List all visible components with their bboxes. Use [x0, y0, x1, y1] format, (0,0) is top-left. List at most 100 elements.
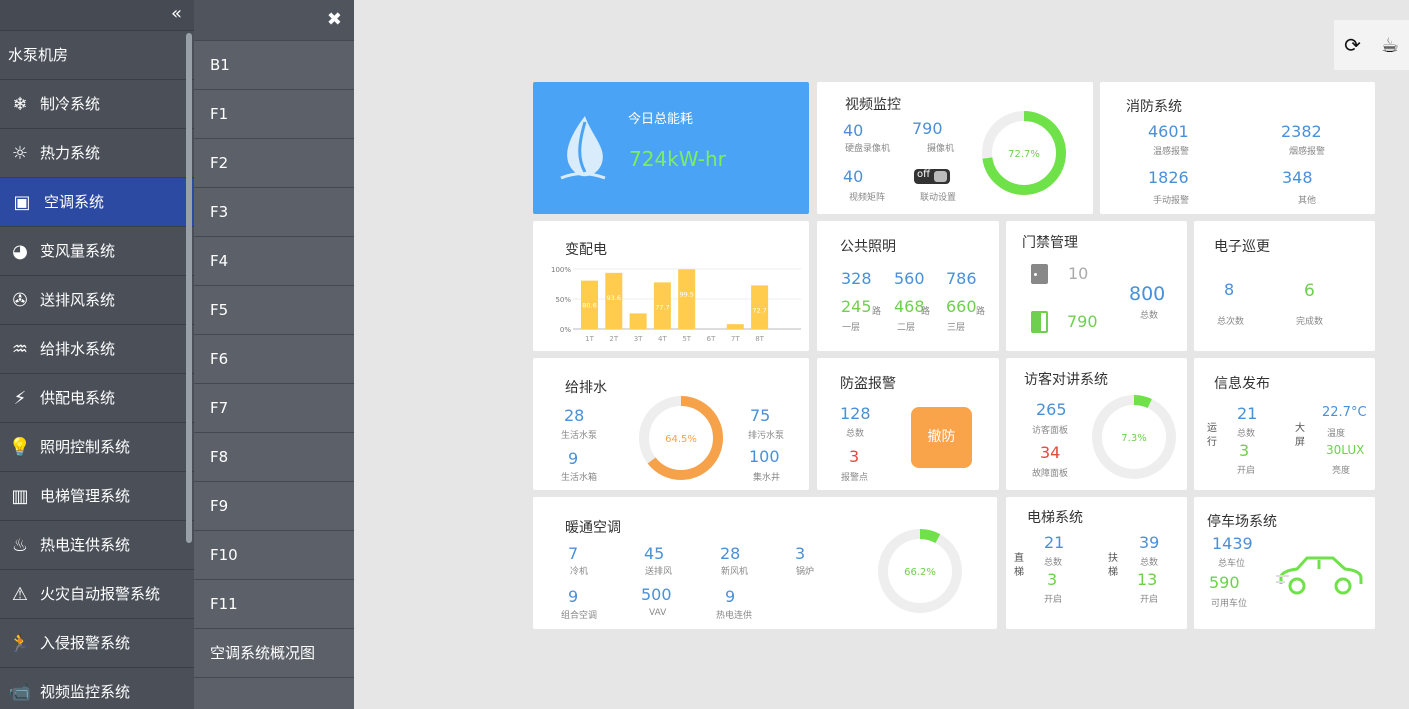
link-toggle-text: off	[917, 169, 931, 180]
sidebar-item-label: 热电连供系统	[40, 535, 131, 554]
energy-card[interactable]: 今日总能耗 724kW-hr	[533, 82, 809, 214]
floor-item-10[interactable]: F9	[194, 482, 354, 531]
elevator-icon: ▥	[11, 485, 29, 507]
info-lux-label: 亮度	[1332, 466, 1351, 476]
x-tick-label: 6T	[707, 335, 716, 343]
sidebar-item-8[interactable]: 💡 照明控制系统	[0, 423, 194, 472]
info-total-label: 总数	[1237, 429, 1256, 439]
sidebar-item-label: 变风量系统	[40, 241, 116, 260]
bar-value-label: 77.7	[655, 303, 669, 311]
fan-icon: ✇	[12, 289, 28, 311]
info-run-label: 运行	[1207, 423, 1217, 448]
chart-bar	[726, 324, 744, 329]
hvac-boiler-label: 锅炉	[796, 567, 815, 577]
floor-item-2[interactable]: F1	[194, 90, 354, 139]
sidebar-item-1[interactable]: ❄ 制冷系统	[0, 80, 194, 129]
hvac-ring-chart: 66.2%	[878, 529, 962, 613]
x-tick-label: 1T	[585, 335, 594, 343]
floor-item-8[interactable]: F7	[194, 384, 354, 433]
floor-item-9[interactable]: F8	[194, 433, 354, 482]
sidebar-item-6[interactable]: ♒ 给排水系统	[0, 325, 194, 374]
floor-item-1[interactable]: B1	[194, 41, 354, 90]
temp-alarm-label: 温感报警	[1153, 147, 1190, 157]
sidebar-item-3[interactable]: ▣ 空调系统	[0, 178, 194, 227]
collapse-sidebar-icon[interactable]: «	[0, 0, 194, 31]
y-tick-label: 100%	[551, 266, 571, 274]
sidebar-item-13[interactable]: 📹 视频监控系统	[0, 668, 194, 709]
visitor-panel-label: 访客面板	[1032, 426, 1069, 436]
parking-card[interactable]: 停车场系统 1439 总车位 590 可用车位	[1194, 497, 1375, 629]
floor-item-7[interactable]: F6	[194, 335, 354, 384]
snowflake-icon: ❄	[12, 93, 28, 115]
floor-item-4[interactable]: F3	[194, 188, 354, 237]
sidebar-item-label: 视频监控系统	[40, 682, 131, 701]
sidebar-item-label: 照明控制系统	[40, 437, 131, 456]
floor-item-5[interactable]: F4	[194, 237, 354, 286]
other-alarm-label: 其他	[1298, 196, 1317, 206]
sidebar-item-10[interactable]: ♨ 热电连供系统	[0, 521, 194, 570]
link-toggle[interactable]: off	[914, 169, 950, 184]
hvac-fresh-air-label: 新风机	[721, 567, 749, 577]
lighting-loop-3: 660	[946, 297, 977, 316]
sidebar-item-2[interactable]: ☼ 热力系统	[0, 129, 194, 178]
sidebar-item-label: 火灾自动报警系统	[40, 584, 161, 603]
patrol-card[interactable]: 电子巡更 8 总次数 6 完成数	[1194, 221, 1375, 351]
hvac-card[interactable]: 暖通空调 7 冷机 45 送排风 28 新风机 3 锅炉 9 组合空调 500 …	[533, 497, 997, 629]
burglar-alarm-label: 报警点	[841, 473, 869, 483]
close-floor-panel-icon[interactable]: ✖	[194, 0, 354, 41]
hvac-fresh-air-count: 28	[720, 544, 741, 563]
x-tick-label: 8T	[755, 335, 764, 343]
refresh-icon[interactable]: ⟳	[1344, 33, 1361, 57]
water-supply-card[interactable]: 给排水 28 生活水泵 9 生活水箱 75 排污水泵 100 集水井 64.5%	[533, 358, 809, 490]
lighting-top-2: 560	[894, 269, 925, 288]
floor-item-6[interactable]: F5	[194, 286, 354, 335]
hvac-chiller-count: 7	[568, 544, 579, 563]
sidebar-item-12[interactable]: 🏃 入侵报警系统	[0, 619, 194, 668]
info-on-label: 开启	[1237, 466, 1256, 476]
lighting-top-1: 328	[841, 269, 872, 288]
sidebar-item-5[interactable]: ✇ 送排风系统	[0, 276, 194, 325]
car-icon	[1276, 556, 1363, 595]
hvac-chp-label: 热电连供	[716, 611, 753, 621]
drain-pump-count: 75	[750, 406, 771, 425]
parking-free-count: 590	[1209, 573, 1240, 592]
access-control-card[interactable]: 门禁管理 10 790 800 总数	[1006, 221, 1187, 351]
power-distribution-card[interactable]: 变配电 0% 50% 100% 80.6 1T 93.6 2T 3T 77.7 4T 99.5 5T 6…	[533, 221, 809, 351]
parking-total-label: 总车位	[1218, 559, 1246, 569]
info-release-card[interactable]: 信息发布 运行 21 总数 3 开启 大屏 22.7°C 温度 30LUX 亮度	[1194, 358, 1375, 490]
door-closed-count: 10	[1068, 264, 1089, 283]
elevator-card[interactable]: 电梯系统 直梯 21 总数 3 开启 扶梯 39 总数 13 开启	[1006, 497, 1187, 629]
disarm-button[interactable]: 撤防	[911, 407, 972, 468]
vav-icon: ◕	[12, 240, 28, 262]
intercom-card[interactable]: 访客对讲系统 265 访客面板 34 故障面板 7.3%	[1006, 358, 1187, 490]
manual-alarm-label: 手动报警	[1153, 196, 1190, 206]
door-closed-icon	[1031, 264, 1048, 284]
bar-value-label: 99.5	[679, 290, 693, 298]
video-monitor-card[interactable]: 视频监控 40 硬盘录像机 790 摄像机 40 视频矩阵 off 联动设置 7…	[817, 82, 1093, 214]
lighting-card[interactable]: 公共照明 328 560 786 245 路 468 路 660 路 一层 二层…	[817, 221, 999, 351]
lighting-loop-unit-2: 路	[921, 307, 931, 317]
info-total-count: 21	[1237, 404, 1258, 423]
video-ring-chart: 72.7%	[982, 111, 1066, 195]
floor-item-12[interactable]: F11	[194, 580, 354, 629]
escalator-on-count: 13	[1137, 570, 1158, 589]
sidebar-item-9[interactable]: ▥ 电梯管理系统	[0, 472, 194, 521]
sidebar-scrollbar[interactable]	[186, 33, 192, 543]
sidebar-item-4[interactable]: ◕ 变风量系统	[0, 227, 194, 276]
sidebar-item-7[interactable]: ⚡ 供配电系统	[0, 374, 194, 423]
burglar-alarm-card[interactable]: 防盗报警 128 总数 3 报警点 撤防	[817, 358, 999, 490]
escalator-on-label: 开启	[1140, 595, 1159, 605]
floor-item-13[interactable]: 空调系统概况图	[194, 629, 354, 678]
visitor-panel-count: 265	[1036, 400, 1067, 419]
sidebar-item-11[interactable]: ⚠ 火灾自动报警系统	[0, 570, 194, 619]
fire-system-card[interactable]: 消防系统 4601 温感报警 2382 烟感报警 1826 手动报警 348 其…	[1100, 82, 1375, 214]
patrol-title: 电子巡更	[1214, 239, 1270, 255]
sidebar-header[interactable]: 水泵机房	[0, 31, 194, 80]
cup-icon[interactable]: ☕	[1381, 33, 1399, 57]
water-tank-label: 生活水箱	[561, 473, 598, 483]
floor-item-3[interactable]: F2	[194, 139, 354, 188]
drain-pump-label: 排污水泵	[748, 431, 785, 441]
ac-unit-icon: ▣	[13, 191, 31, 213]
floor-item-11[interactable]: F10	[194, 531, 354, 580]
lift-total-count: 21	[1044, 533, 1065, 552]
